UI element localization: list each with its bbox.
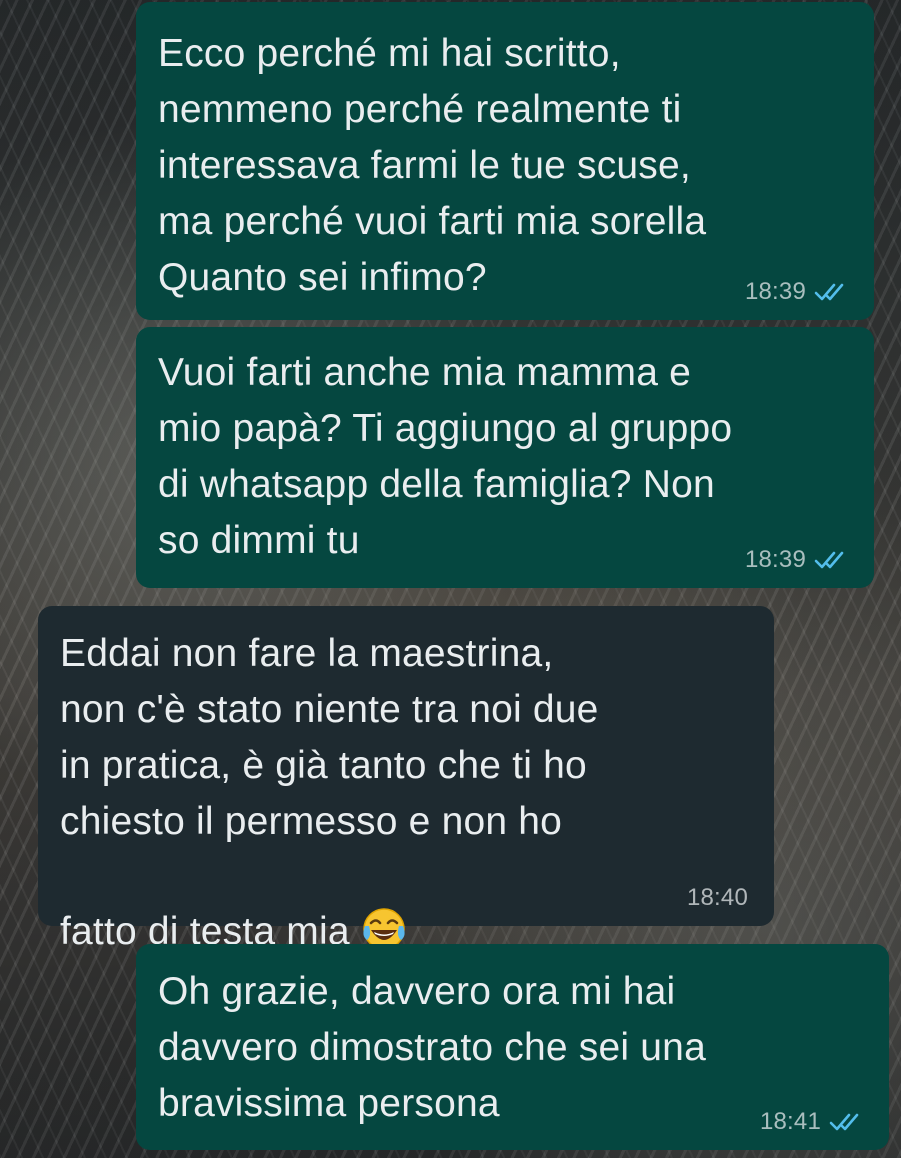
message-meta: 18:40 xyxy=(687,884,748,912)
message-bubble-outgoing[interactable]: Ecco perché mi hai scritto, nemmeno perc… xyxy=(136,2,874,320)
double-check-icon xyxy=(829,1111,863,1133)
message-text: Ecco perché mi hai scritto, nemmeno perc… xyxy=(158,32,707,299)
message-bubble-outgoing[interactable]: Vuoi farti anche mia mamma e mio papà? T… xyxy=(136,327,874,588)
double-check-icon xyxy=(814,549,848,571)
message-time: 18:39 xyxy=(744,546,806,573)
message-text: Eddai non fare la maestrina, non c'è sta… xyxy=(60,632,599,953)
message-time: 18:40 xyxy=(686,884,748,911)
message-text: Vuoi farti anche mia mamma e mio papà? T… xyxy=(158,351,733,562)
message-time: 18:41 xyxy=(759,1108,821,1135)
message-meta: 18:41 xyxy=(760,1108,863,1136)
message-meta: 18:39 xyxy=(745,546,848,574)
message-time: 18:39 xyxy=(744,278,806,305)
message-text-content: Eddai non fare la maestrina, non c'è sta… xyxy=(60,632,599,953)
message-meta: 18:39 xyxy=(745,278,848,306)
message-text: Oh grazie, davvero ora mi hai davvero di… xyxy=(158,970,706,1125)
message-bubble-incoming[interactable]: Eddai non fare la maestrina, non c'è sta… xyxy=(38,606,774,953)
double-check-icon xyxy=(814,281,848,303)
message-bubble-outgoing[interactable]: Oh grazie, davvero ora mi hai davvero di… xyxy=(136,944,889,1150)
